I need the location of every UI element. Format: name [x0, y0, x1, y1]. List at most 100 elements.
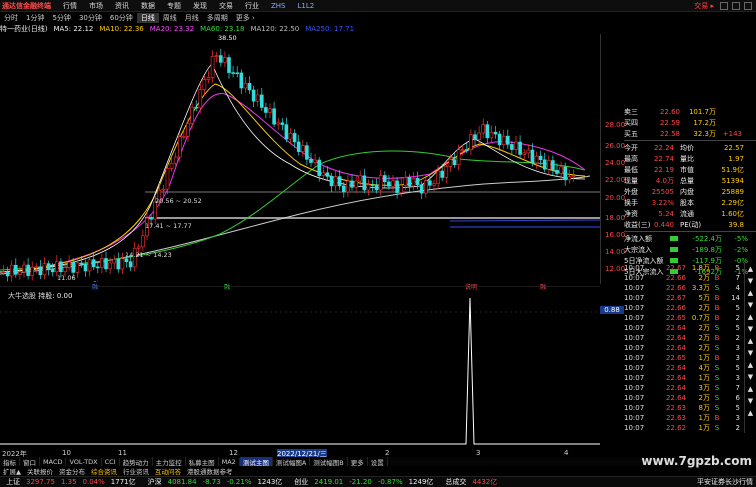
ma250-value: MA250: 17.71 — [305, 25, 355, 33]
indicator-tab[interactable]: VOL-TDX — [66, 457, 102, 466]
candle-body — [341, 185, 346, 193]
indicator-tab[interactable]: MACD — [40, 457, 67, 466]
function-link[interactable]: 关联报价 — [24, 466, 56, 476]
candle-body — [530, 149, 535, 164]
period-tab[interactable]: 月线 — [181, 13, 203, 23]
trade-side: S — [714, 364, 720, 372]
period-tab[interactable]: 1分钟 — [22, 13, 48, 23]
range2-label: 17.41 ~ 17.77 — [145, 222, 192, 230]
function-link[interactable]: 资金分布 — [56, 466, 88, 476]
candle-body — [419, 184, 424, 194]
period-tab[interactable]: 30分钟 — [75, 13, 106, 23]
flow-bar — [670, 236, 678, 241]
menu-item[interactable]: 资讯 — [109, 1, 135, 11]
menu-item[interactable]: 交易 — [213, 1, 239, 11]
index-item[interactable]: 上证 3297.75 1.35 0.04% 1771亿 — [0, 477, 142, 487]
trade-row: 10:07 22.64 2万 S 5 — [624, 323, 744, 333]
trade-price: 22.62 — [665, 424, 686, 432]
trade-button[interactable]: 交易 ▸ — [688, 1, 720, 11]
function-link[interactable]: 扩展▲ — [0, 466, 24, 476]
trade-price: 22.66 — [665, 284, 686, 292]
candle-body — [399, 184, 404, 193]
menu-item[interactable]: 专题 — [161, 1, 187, 11]
function-link[interactable]: 行业资讯 — [120, 466, 152, 476]
candle-body — [448, 159, 453, 167]
menu-item[interactable]: L1L2 — [292, 2, 321, 10]
candle-body — [542, 159, 547, 170]
menu-item[interactable]: 市场 — [83, 1, 109, 11]
indicator-tab[interactable]: 更多 — [348, 456, 368, 467]
trade-price: 22.64 — [665, 334, 686, 342]
trade-time: 10:07 — [624, 274, 645, 282]
candle-body — [300, 145, 305, 152]
menu-item[interactable]: 行业 — [239, 1, 265, 11]
indicator-tab[interactable]: 测试幅图B — [310, 456, 348, 467]
trade-price: 22.63 — [665, 414, 686, 422]
candle-body — [141, 235, 145, 248]
menu-item[interactable]: 发现 — [187, 1, 213, 11]
trade-volume: 2万 — [698, 344, 710, 352]
menu-item[interactable]: ZHS — [265, 2, 292, 10]
period-tab[interactable]: 5分钟 — [48, 13, 74, 23]
candle-body — [325, 172, 330, 177]
menu-item[interactable]: 行情 — [57, 1, 83, 11]
candle-body — [165, 168, 170, 190]
candle-body — [366, 184, 371, 191]
period-tab[interactable]: 日线 — [136, 12, 159, 23]
period-tab[interactable]: 多周期 — [203, 13, 232, 23]
candle-body — [161, 188, 166, 191]
index-item[interactable]: 沪深 4081.84 -8.73 -0.21% 1243亿 — [142, 477, 289, 487]
flow-label: 净流入额 — [624, 234, 652, 243]
maximize-icon[interactable] — [732, 1, 740, 10]
ma20-value: MA20: 23.32 — [149, 25, 195, 33]
indicator-tab[interactable]: 测试主图 — [239, 456, 273, 467]
trade-time: 10:07 — [624, 424, 645, 432]
stat-value: 0.440 — [653, 220, 674, 229]
candle-body — [497, 133, 502, 146]
trade-side: B — [714, 354, 720, 362]
ask-vol: 101.7万 — [688, 107, 716, 116]
menu-item[interactable]: 数据 — [135, 1, 161, 11]
function-link[interactable]: 综合资讯 — [88, 466, 120, 476]
ma120-value: MA120: 22.50 — [250, 25, 300, 33]
indicator-chart[interactable] — [0, 286, 600, 449]
trade-row: 10:07 22.67 5万 B 14 — [624, 293, 744, 303]
candle-body — [288, 133, 293, 140]
indicator-tab[interactable]: CCI — [102, 457, 120, 466]
minimize-icon[interactable] — [720, 1, 728, 10]
trade-count: 2 — [735, 314, 740, 322]
scroll-arrows-icon[interactable]: ▲ ▼ ▲ ▼ ▲ ▼ ▲ ▼ ▲ ▼ ▲ ▼ ▲ — [745, 263, 756, 419]
candle-body — [321, 172, 326, 176]
ask-vol: 17.2万 — [693, 118, 716, 127]
trade-time: 10:07 — [624, 404, 645, 412]
close-icon[interactable] — [744, 1, 752, 10]
candle-body — [559, 166, 563, 174]
period-tab[interactable]: 周线 — [159, 13, 181, 23]
trade-time: 10:07 — [624, 344, 645, 352]
indicator-tab[interactable]: MA2 — [219, 457, 240, 466]
period-tab[interactable]: 60分钟 — [106, 13, 137, 23]
candle-body — [481, 124, 486, 134]
candle-body — [251, 89, 256, 102]
indicator-tab[interactable]: 测试幅图A — [273, 456, 311, 467]
candle-body — [440, 170, 445, 178]
candle-body — [54, 261, 59, 273]
trades-scrollbar[interactable]: ▲ ▼ ▲ ▼ ▲ ▼ ▲ ▼ ▲ ▼ ▲ ▼ ▲ — [744, 263, 756, 433]
ask-extra: +143 — [722, 129, 742, 138]
trade-row: 10:07 22.65 0.7万 B 2 — [624, 313, 744, 323]
period-tab[interactable]: 分时 — [0, 13, 22, 23]
stat-value: 25889 — [721, 187, 744, 196]
candle-body — [510, 144, 514, 150]
candle-body — [243, 82, 248, 89]
function-link[interactable]: 互动问答 — [152, 466, 184, 476]
function-link[interactable]: 港股通数据参考 — [184, 466, 236, 476]
trade-price: 22.63 — [665, 404, 686, 412]
index-name: 沪深 — [147, 478, 162, 486]
kline-chart[interactable]: 38.50 20.56 ~ 20.52 17.41 ~ 17.77 14.21 … — [0, 34, 600, 282]
index-item[interactable]: 总成交 4432亿 — [439, 477, 521, 487]
low-label: 11.06 — [57, 274, 76, 282]
period-tab[interactable]: 更多 › — [232, 13, 259, 23]
index-item[interactable]: 创业 2419.01 -21.20 -0.87% 1249亿 — [288, 477, 439, 487]
stat-label: 内盘 — [680, 187, 694, 196]
indicator-tab[interactable]: 设置 — [368, 456, 388, 467]
